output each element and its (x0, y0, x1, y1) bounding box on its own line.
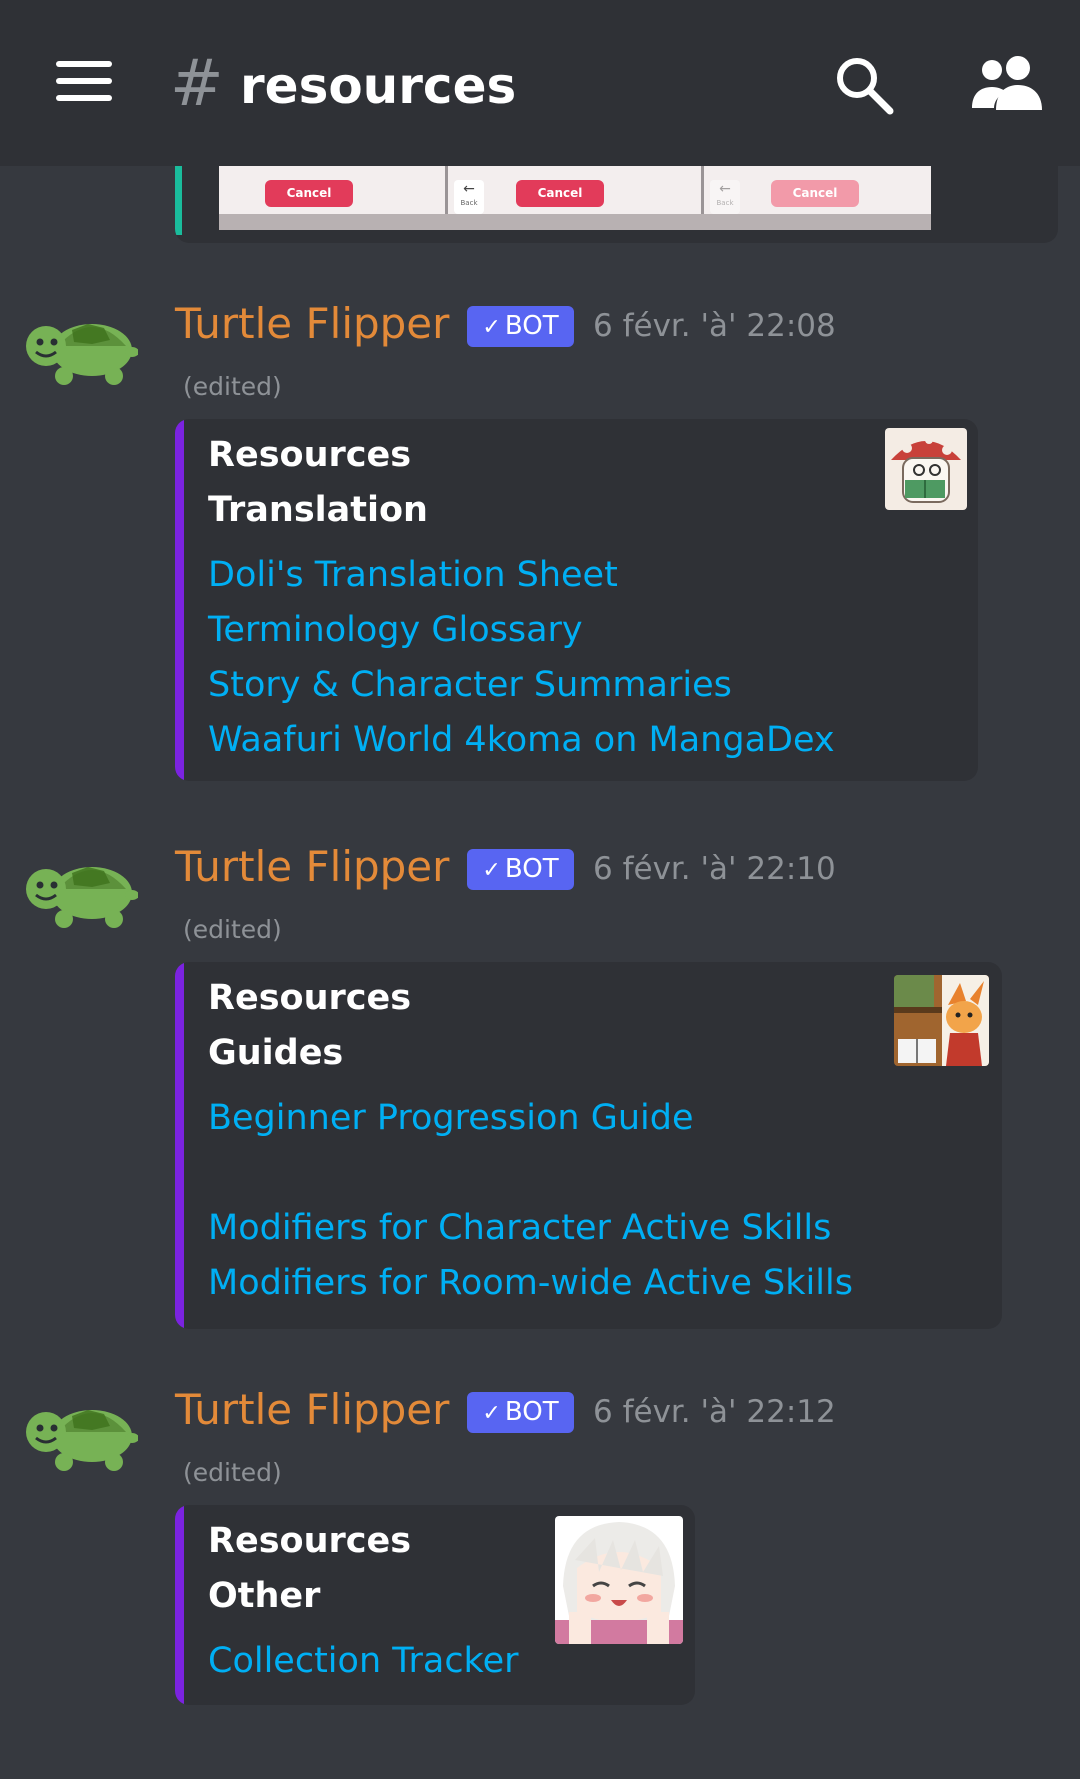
screenshot-divider (445, 166, 448, 214)
members-icon[interactable] (972, 54, 1044, 110)
embed-thumbnail[interactable] (894, 975, 989, 1066)
turtle-avatar-icon[interactable] (22, 306, 138, 388)
embed-link[interactable]: Waafuri World 4koma on MangaDex (208, 713, 835, 768)
embed-links: Beginner Progression Guide Modifiers for… (208, 1091, 853, 1311)
edited-label: (edited) (183, 915, 282, 944)
app: Cancel ← Back Cancel ← Back Cancel # res… (0, 0, 1080, 1779)
search-icon[interactable] (832, 53, 896, 117)
cancel-pill: Cancel (516, 180, 604, 207)
cancel-pill: Cancel (265, 180, 353, 207)
edited-label: (edited) (183, 372, 282, 401)
back-label: Back (716, 199, 734, 207)
embed-blank-line (208, 1146, 853, 1201)
rich-embed: Resources Translation Doli's Translation… (175, 419, 978, 781)
embed-link[interactable]: Terminology Glossary (208, 603, 835, 658)
embed-thumbnail[interactable] (885, 428, 967, 510)
embed-accent-bar (175, 1505, 184, 1705)
bot-badge-label: BOT (504, 311, 559, 341)
embed-subtitle: Guides (208, 1033, 344, 1073)
message-author[interactable]: Turtle Flipper (175, 296, 449, 352)
embed-title: Resources (208, 435, 412, 475)
embed-title: Resources (208, 1521, 412, 1561)
message-timestamp: 6 févr. 'à' 22:10 (593, 851, 836, 887)
embed-subtitle: Translation (208, 490, 428, 530)
embed-link[interactable]: Modifiers for Character Active Skills (208, 1201, 853, 1256)
cancel-pill: Cancel (771, 180, 859, 207)
embed-link[interactable]: Collection Tracker (208, 1634, 519, 1689)
screenshot-divider (701, 166, 704, 214)
bot-badge: ✓ BOT (467, 1392, 574, 1433)
back-label: Back (460, 199, 478, 207)
message-timestamp: 6 févr. 'à' 22:12 (593, 1394, 836, 1430)
checkmark-icon: ✓ (482, 1401, 501, 1426)
embed-link[interactable]: Modifiers for Room-wide Active Skills (208, 1256, 853, 1311)
embed-link[interactable]: Doli's Translation Sheet (208, 548, 835, 603)
embed-image-screenshot[interactable]: Cancel ← Back Cancel ← Back Cancel (219, 166, 931, 230)
embed-body: Resources Other Collection Tracker (208, 1514, 519, 1689)
embed-links: Collection Tracker (208, 1634, 519, 1689)
back-button-image: ← Back (710, 180, 740, 214)
edited-label: (edited) (183, 1458, 282, 1487)
checkmark-icon: ✓ (482, 315, 501, 340)
message-timestamp: 6 févr. 'à' 22:08 (593, 308, 836, 344)
back-arrow-icon: ← (719, 181, 731, 197)
embed-link[interactable]: Story & Character Summaries (208, 658, 835, 713)
message-author[interactable]: Turtle Flipper (175, 839, 449, 895)
bot-badge-label: BOT (504, 854, 559, 884)
embed-accent-bar (175, 962, 184, 1329)
back-button-image: ← Back (454, 180, 484, 214)
turtle-avatar-icon[interactable] (22, 849, 138, 931)
rich-embed: Resources Other Collection Tracker (175, 1505, 695, 1705)
message-author[interactable]: Turtle Flipper (175, 1382, 449, 1438)
embed-title: Resources (208, 978, 412, 1018)
hamburger-menu-icon[interactable] (56, 61, 112, 101)
screenshot-bottom-bar (219, 214, 931, 230)
embed-links: Doli's Translation Sheet Terminology Glo… (208, 548, 835, 768)
rich-embed: Resources Guides Beginner Progression Gu… (175, 962, 1002, 1329)
checkmark-icon: ✓ (482, 858, 501, 883)
turtle-avatar-icon[interactable] (22, 1392, 138, 1474)
channel-name[interactable]: resources (240, 50, 516, 122)
channel-hash-icon: # (170, 47, 224, 121)
bot-badge-label: BOT (504, 1397, 559, 1427)
bot-badge: ✓ BOT (467, 849, 574, 890)
embed-body: Resources Translation Doli's Translation… (208, 428, 835, 768)
embed-subtitle: Other (208, 1576, 321, 1616)
channel-header: # resources (0, 0, 1080, 166)
embed-accent-bar (175, 419, 184, 781)
bot-badge: ✓ BOT (467, 306, 574, 347)
embed-thumbnail[interactable] (555, 1516, 683, 1644)
embed-link[interactable]: Beginner Progression Guide (208, 1091, 853, 1146)
back-arrow-icon: ← (463, 181, 475, 197)
embed-body: Resources Guides Beginner Progression Gu… (208, 971, 853, 1311)
